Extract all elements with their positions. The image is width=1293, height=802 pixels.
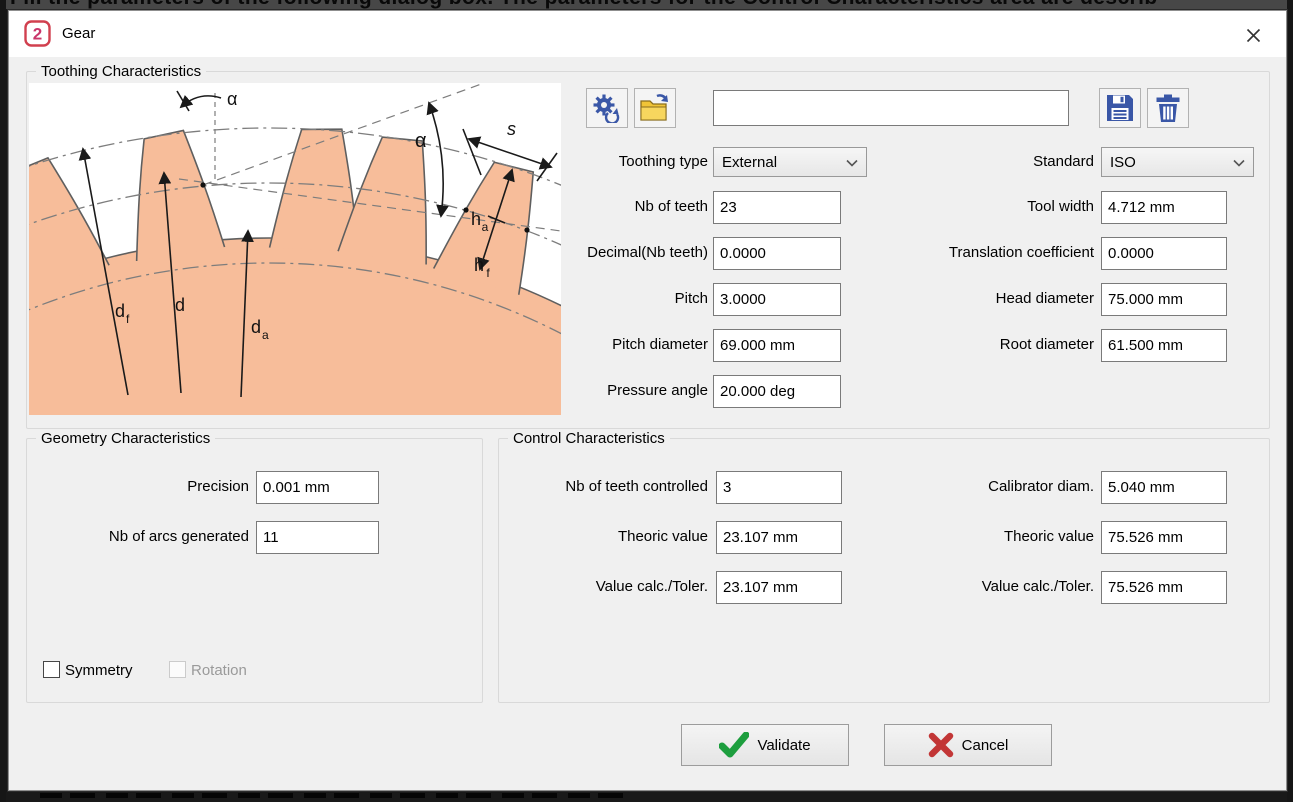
svg-text:d: d bbox=[251, 317, 261, 337]
nb-of-arcs-input[interactable] bbox=[256, 521, 379, 554]
background-text-bottom bbox=[6, 792, 1287, 802]
gear-dialog: 2 Gear Toothing Characteristics bbox=[8, 10, 1287, 791]
nb-of-teeth-label: Nb of teeth bbox=[635, 198, 708, 215]
svg-text:h: h bbox=[471, 209, 481, 229]
trash-icon bbox=[1153, 93, 1183, 123]
close-icon bbox=[1246, 28, 1261, 43]
svg-text:h: h bbox=[474, 255, 484, 275]
toothing-legend: Toothing Characteristics bbox=[36, 63, 206, 80]
background-text-top: Fill the parameters of the following dia… bbox=[6, 0, 1287, 9]
decimal-nb-teeth-label: Decimal(Nb teeth) bbox=[587, 244, 708, 261]
toothing-type-value: External bbox=[722, 154, 777, 171]
svg-text:s: s bbox=[507, 119, 516, 139]
standard-select[interactable]: ISO bbox=[1101, 147, 1254, 177]
standard-label: Standard bbox=[1033, 153, 1094, 170]
precision-label: Precision bbox=[187, 478, 249, 495]
pitch-label: Pitch bbox=[675, 290, 708, 307]
chevron-down-icon bbox=[1233, 159, 1245, 167]
tool-width-label: Tool width bbox=[1027, 198, 1094, 215]
root-diameter-label: Root diameter bbox=[1000, 336, 1094, 353]
standard-value: ISO bbox=[1110, 154, 1136, 171]
nb-teeth-controlled-label: Nb of teeth controlled bbox=[565, 478, 708, 495]
rotation-label: Rotation bbox=[191, 662, 247, 679]
symmetry-label: Symmetry bbox=[65, 662, 133, 679]
gear-refresh-icon bbox=[592, 93, 622, 123]
folder-icon bbox=[639, 93, 671, 123]
theoric-value-right-input[interactable] bbox=[1101, 521, 1227, 554]
svg-text:a: a bbox=[482, 220, 489, 234]
value-calc-toler-left-label: Value calc./Toler. bbox=[596, 578, 708, 595]
rotation-checkbox bbox=[169, 661, 186, 678]
calibrator-diam-label: Calibrator diam. bbox=[988, 478, 1094, 495]
open-button[interactable] bbox=[634, 88, 676, 128]
cancel-label: Cancel bbox=[962, 737, 1009, 754]
pitch-input[interactable] bbox=[713, 283, 841, 316]
window-title: Gear bbox=[62, 25, 95, 42]
calibrator-diam-input[interactable] bbox=[1101, 471, 1227, 504]
tool-width-input[interactable] bbox=[1101, 191, 1227, 224]
validate-button[interactable]: Validate bbox=[681, 724, 849, 766]
compute-button[interactable] bbox=[586, 88, 628, 128]
pitch-diameter-input[interactable] bbox=[713, 329, 841, 362]
svg-text:α: α bbox=[227, 89, 237, 109]
validate-label: Validate bbox=[757, 737, 810, 754]
value-calc-toler-right-label: Value calc./Toler. bbox=[982, 578, 1094, 595]
delete-button[interactable] bbox=[1147, 88, 1189, 128]
pitch-diameter-label: Pitch diameter bbox=[612, 336, 708, 353]
app-icon: 2 bbox=[24, 20, 51, 47]
svg-text:a: a bbox=[262, 328, 269, 342]
gear-name-input[interactable] bbox=[713, 90, 1069, 126]
save-icon bbox=[1105, 93, 1135, 123]
gear-diagram: α α s h a h f d f d d a bbox=[29, 83, 561, 415]
cancel-button[interactable]: Cancel bbox=[884, 724, 1052, 766]
theoric-value-left-label: Theoric value bbox=[618, 528, 708, 545]
nb-of-teeth-input[interactable] bbox=[713, 191, 841, 224]
svg-text:α: α bbox=[415, 130, 427, 152]
close-button[interactable] bbox=[1238, 22, 1268, 48]
titlebar: 2 Gear bbox=[9, 11, 1286, 57]
screen: Fill the parameters of the following dia… bbox=[0, 0, 1293, 802]
nb-of-arcs-label: Nb of arcs generated bbox=[109, 528, 249, 545]
control-legend: Control Characteristics bbox=[508, 430, 670, 447]
svg-text:d: d bbox=[115, 301, 125, 321]
save-button[interactable] bbox=[1099, 88, 1141, 128]
x-icon bbox=[928, 732, 954, 758]
root-diameter-input[interactable] bbox=[1101, 329, 1227, 362]
value-calc-toler-left-input[interactable] bbox=[716, 571, 842, 604]
svg-text:d: d bbox=[175, 295, 185, 315]
toothing-type-label: Toothing type bbox=[619, 153, 708, 170]
pressure-angle-label: Pressure angle bbox=[607, 382, 708, 399]
nb-teeth-controlled-input[interactable] bbox=[716, 471, 842, 504]
chevron-down-icon bbox=[846, 159, 858, 167]
geometry-legend: Geometry Characteristics bbox=[36, 430, 215, 447]
toothing-type-select[interactable]: External bbox=[713, 147, 867, 177]
theoric-value-right-label: Theoric value bbox=[1004, 528, 1094, 545]
background-sentence: Fill the parameters of the following dia… bbox=[10, 0, 1158, 8]
checkmark-icon bbox=[719, 732, 749, 758]
svg-text:2: 2 bbox=[33, 25, 42, 44]
head-diameter-input[interactable] bbox=[1101, 283, 1227, 316]
theoric-value-left-input[interactable] bbox=[716, 521, 842, 554]
translation-coefficient-label: Translation coefficient bbox=[949, 244, 1094, 261]
pressure-angle-input[interactable] bbox=[713, 375, 841, 408]
decimal-nb-teeth-input[interactable] bbox=[713, 237, 841, 270]
precision-input[interactable] bbox=[256, 471, 379, 504]
value-calc-toler-right-input[interactable] bbox=[1101, 571, 1227, 604]
symmetry-checkbox[interactable] bbox=[43, 661, 60, 678]
head-diameter-label: Head diameter bbox=[996, 290, 1094, 307]
translation-coefficient-input[interactable] bbox=[1101, 237, 1227, 270]
